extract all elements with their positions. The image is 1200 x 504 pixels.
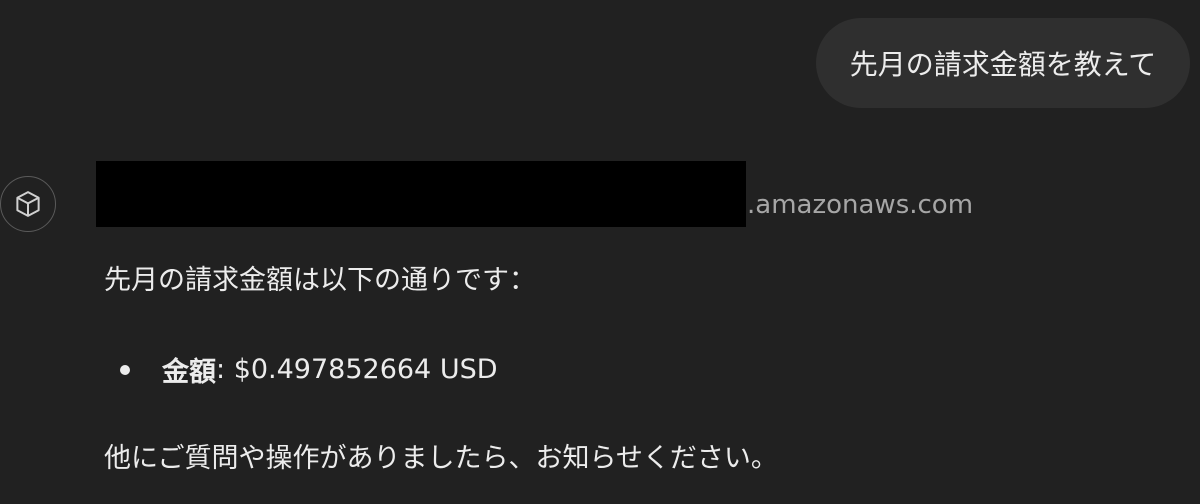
bullet-value: $0.497852664 USD <box>233 354 498 385</box>
bullet-key: 金額 <box>162 357 216 388</box>
user-message-bubble: 先月の請求金額を教えて <box>816 18 1190 108</box>
cube-icon <box>16 191 40 217</box>
redacted-hostname-block <box>96 161 746 227</box>
assistant-avatar <box>0 176 56 232</box>
source-host-suffix: .amazonaws.com <box>747 190 974 220</box>
bullet-separator: : <box>216 354 234 385</box>
user-message-text: 先月の請求金額を教えて <box>849 48 1157 81</box>
list-item: 金額: $0.497852664 USD <box>120 350 498 389</box>
assistant-closing-text: 他にご質問や操作がありましたら、お知らせください。 <box>104 443 778 474</box>
assistant-intro-text: 先月の請求金額は以下の通りです： <box>104 265 536 296</box>
bullet-dot <box>120 364 130 375</box>
